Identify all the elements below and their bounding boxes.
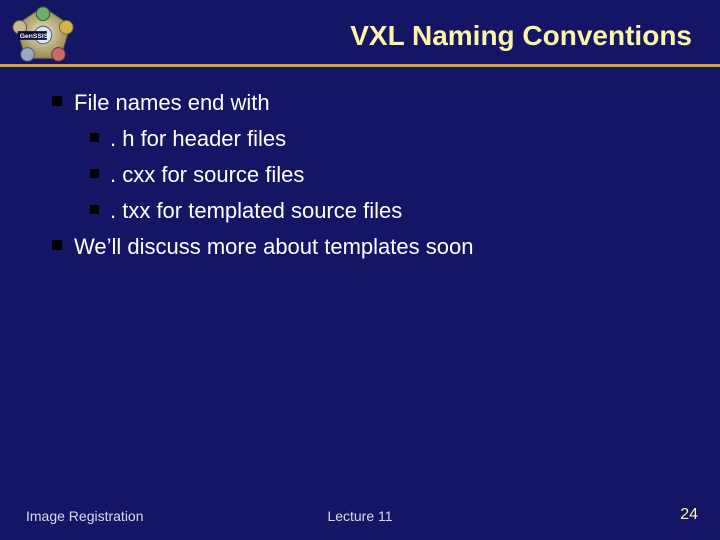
bullet-text: We’ll discuss more about templates soon	[74, 234, 473, 259]
bullet-text: . cxx for source files	[110, 162, 304, 187]
bullet-level2: . cxx for source files	[86, 158, 680, 192]
logo-icon: GenSSIS	[12, 4, 74, 66]
logo-text: GenSSIS	[20, 33, 49, 40]
bullet-level1: File names end with . h for header files…	[48, 86, 680, 228]
slide: GenSSIS VXL Naming Conventions File name…	[0, 0, 720, 540]
bullet-text: File names end with	[74, 90, 270, 115]
bullet-level2: . txx for templated source files	[86, 194, 680, 228]
page-number: 24	[680, 506, 698, 524]
bullet-text: . h for header files	[110, 126, 286, 151]
slide-title: VXL Naming Conventions	[100, 20, 692, 52]
bullet-level2: . h for header files	[86, 122, 680, 156]
footer-center: Lecture 11	[0, 508, 720, 524]
bullet-level1: We’ll discuss more about templates soon	[48, 230, 680, 264]
title-rule	[0, 64, 720, 67]
slide-header: GenSSIS VXL Naming Conventions	[0, 0, 720, 68]
slide-content: File names end with . h for header files…	[48, 86, 680, 266]
bullet-text: . txx for templated source files	[110, 198, 402, 223]
